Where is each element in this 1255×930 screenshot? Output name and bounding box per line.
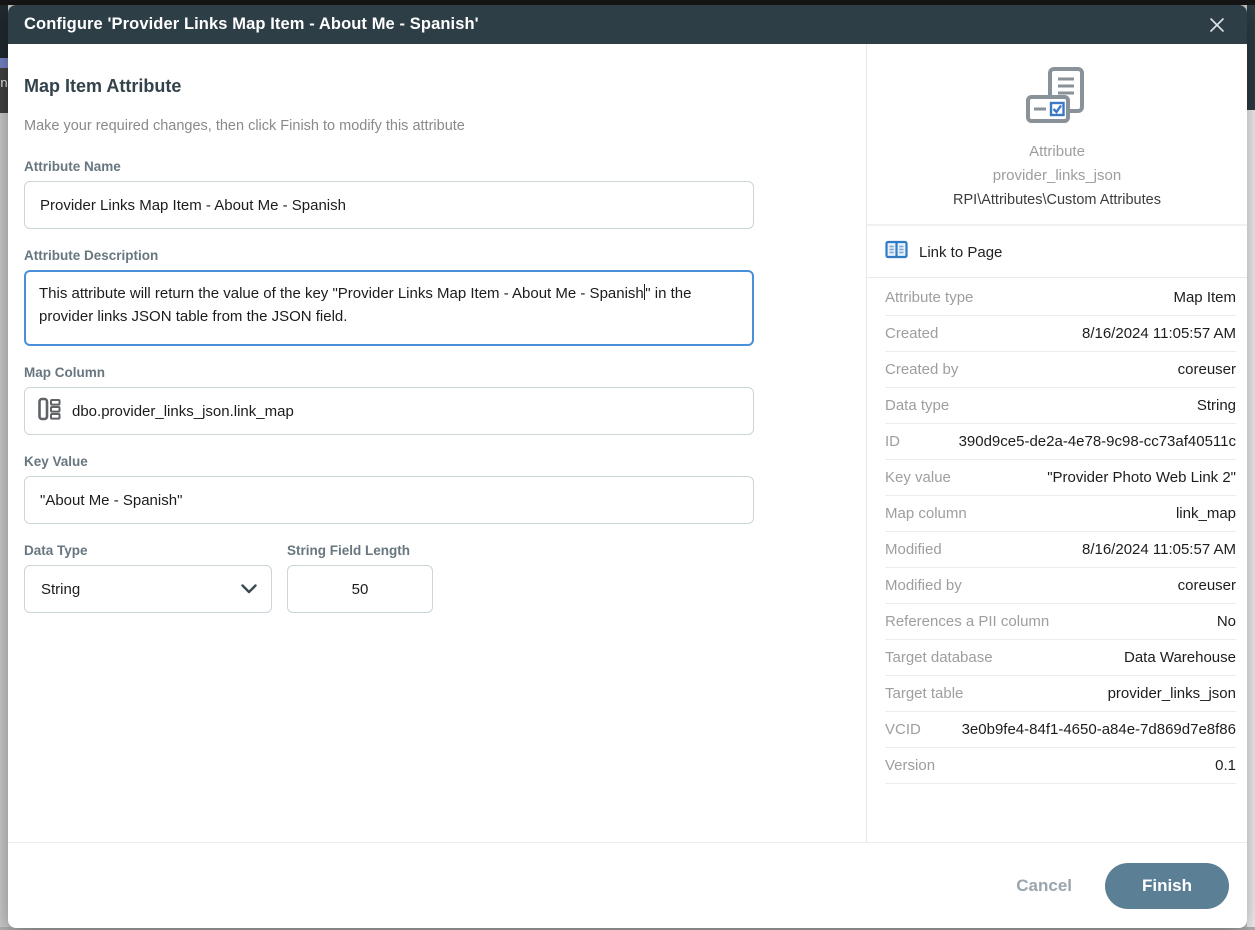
dialog-body: Map Item Attribute Make your required ch… <box>8 44 1247 842</box>
map-column-value: dbo.provider_links_json.link_map <box>72 403 294 420</box>
property-row: Version 0.1 <box>885 748 1236 784</box>
property-row: Modified by coreuser <box>885 568 1236 604</box>
property-label: Target database <box>885 649 993 666</box>
property-value: 0.1 <box>1215 757 1236 774</box>
property-label: Target table <box>885 685 963 702</box>
key-value-field: Key Value <box>24 454 838 524</box>
dialog-footer: Cancel Finish <box>8 842 1247 928</box>
string-field-length-field: String Field Length <box>287 543 433 613</box>
data-type-value: String <box>41 581 80 598</box>
property-label: Attribute type <box>885 289 973 306</box>
property-label: Data type <box>885 397 949 414</box>
dialog-titlebar: Configure 'Provider Links Map Item - Abo… <box>8 5 1247 44</box>
property-label: ID <box>885 433 900 450</box>
attribute-form: Map Item Attribute Make your required ch… <box>8 44 866 842</box>
property-row: Modified 8/16/2024 11:05:57 AM <box>885 532 1236 568</box>
property-label: Version <box>885 757 935 774</box>
data-type-select[interactable]: String <box>24 565 272 613</box>
property-value: coreuser <box>1178 361 1236 378</box>
property-value: Data Warehouse <box>1124 649 1236 666</box>
string-field-length-input[interactable] <box>287 565 433 613</box>
property-row: Data type String <box>885 388 1236 424</box>
chevron-down-icon <box>241 581 257 598</box>
close-icon <box>1208 16 1226 34</box>
key-value-label: Key Value <box>24 454 838 469</box>
backdrop-left-sliver: n <box>0 5 8 930</box>
property-value: "Provider Photo Web Link 2" <box>1047 469 1236 486</box>
map-column-label: Map Column <box>24 365 838 380</box>
property-row: ID 390d9ce5-de2a-4e78-9c98-cc73af40511c <box>885 424 1236 460</box>
property-row: Attribute type Map Item <box>885 280 1236 316</box>
property-value: No <box>1217 613 1236 630</box>
close-button[interactable] <box>1203 11 1231 39</box>
property-value: Map Item <box>1173 289 1236 306</box>
property-value: 3e0b9fe4-84f1-4650-a84e-7d869d7e8f86 <box>962 721 1236 738</box>
property-value: 8/16/2024 11:05:57 AM <box>1082 541 1236 558</box>
property-value: 390d9ce5-de2a-4e78-9c98-cc73af40511c <box>959 433 1236 450</box>
link-to-page-button[interactable]: Link to Page <box>867 226 1247 277</box>
property-label: Created by <box>885 361 958 378</box>
attribute-description-textarea[interactable]: This attribute will return the value of … <box>24 270 754 346</box>
property-label: Key value <box>885 469 951 486</box>
summary-folder-path: RPI\Attributes\Custom Attributes <box>867 192 1247 208</box>
attribute-description-field: Attribute Description This attribute wil… <box>24 248 838 346</box>
property-row: Map column link_map <box>885 496 1236 532</box>
property-value: 8/16/2024 11:05:57 AM <box>1082 325 1236 342</box>
property-label: Modified <box>885 541 942 558</box>
attribute-summary-panel: Attribute provider_links_json RPI\Attrib… <box>866 44 1247 842</box>
property-row: VCID 3e0b9fe4-84f1-4650-a84e-7d869d7e8f86 <box>885 712 1236 748</box>
summary-attribute-name: provider_links_json <box>867 167 1247 184</box>
attribute-description-label: Attribute Description <box>24 248 838 263</box>
attribute-name-input[interactable] <box>24 181 754 229</box>
summary-type-label: Attribute <box>867 143 1247 160</box>
attribute-name-label: Attribute Name <box>24 159 838 174</box>
backdrop-left-dark <box>0 5 8 58</box>
property-row: Created 8/16/2024 11:05:57 AM <box>885 316 1236 352</box>
column-icon <box>38 397 61 425</box>
property-value: link_map <box>1176 505 1236 522</box>
book-icon <box>885 240 908 264</box>
backdrop-left-accent <box>0 58 8 68</box>
backdrop-right-dark <box>1247 5 1255 110</box>
backdrop-right-sliver <box>1247 5 1255 930</box>
dialog-title: Configure 'Provider Links Map Item - Abo… <box>24 15 479 34</box>
property-label: Modified by <box>885 577 962 594</box>
map-column-input[interactable]: dbo.provider_links_json.link_map <box>24 387 754 435</box>
property-label: Created <box>885 325 938 342</box>
property-row: Target database Data Warehouse <box>885 640 1236 676</box>
property-row: Key value "Provider Photo Web Link 2" <box>885 460 1236 496</box>
property-row: Target table provider_links_json <box>885 676 1236 712</box>
attribute-icon <box>1024 113 1090 130</box>
property-value: String <box>1197 397 1236 414</box>
attribute-name-field: Attribute Name <box>24 159 838 229</box>
property-value: provider_links_json <box>1108 685 1236 702</box>
description-text-before-caret: This attribute will return the value of … <box>39 285 644 302</box>
data-type-row: Data Type String String Field Length <box>24 543 838 613</box>
cancel-button[interactable]: Cancel <box>1016 876 1072 896</box>
property-label: Map column <box>885 505 967 522</box>
property-label: References a PII column <box>885 613 1049 630</box>
data-type-label: Data Type <box>24 543 272 558</box>
link-to-page-label: Link to Page <box>919 244 1002 261</box>
configure-attribute-dialog: Configure 'Provider Links Map Item - Abo… <box>8 5 1247 928</box>
property-label: VCID <box>885 721 921 738</box>
property-row: Created by coreuser <box>885 352 1236 388</box>
summary-header: Attribute provider_links_json RPI\Attrib… <box>867 66 1247 208</box>
data-type-field: Data Type String <box>24 543 272 613</box>
map-column-field: Map Column dbo.provider_links_json.link_… <box>24 365 838 435</box>
finish-button[interactable]: Finish <box>1105 863 1229 909</box>
attribute-properties-list: Attribute type Map Item Created 8/16/2024 1… <box>885 278 1236 784</box>
property-row: References a PII column No <box>885 604 1236 640</box>
backdrop-left-text-fragment: n <box>0 68 8 113</box>
form-subtitle: Make your required changes, then click F… <box>24 118 838 134</box>
form-heading: Map Item Attribute <box>24 76 838 97</box>
property-value: coreuser <box>1178 577 1236 594</box>
key-value-input[interactable] <box>24 476 754 524</box>
string-field-length-label: String Field Length <box>287 543 433 558</box>
